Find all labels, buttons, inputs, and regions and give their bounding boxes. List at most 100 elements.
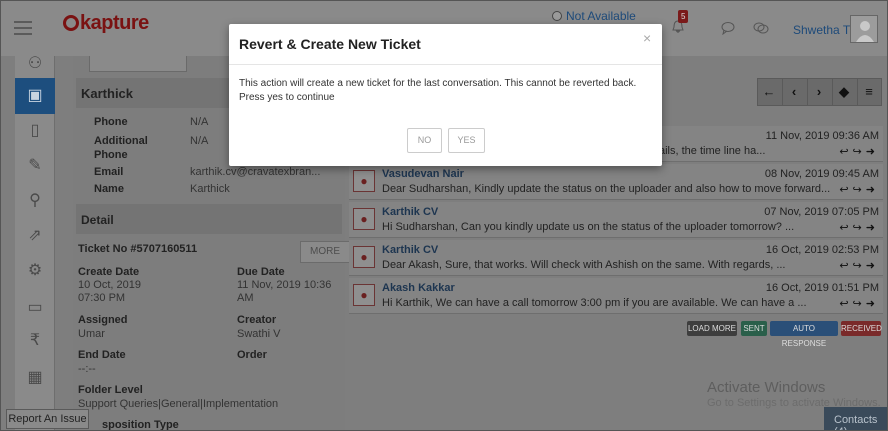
list-item[interactable]: ● Vasudevan Nair Dear Sudharshan, Kindly…: [349, 164, 883, 200]
no-button[interactable]: NO: [407, 128, 442, 153]
detail-heading: Detail: [76, 204, 342, 234]
settings-icon[interactable]: ⚙: [23, 259, 47, 283]
list-item[interactable]: ● Akash Kakkar Hi Karthik, We can have a…: [349, 278, 883, 314]
conversation-preview: Hi Karthik, We can have a call tomorrow …: [382, 297, 807, 309]
back-arrow-icon[interactable]: ←: [761, 84, 777, 99]
next-icon[interactable]: ›: [811, 84, 827, 99]
end-date-value: --:--: [78, 363, 96, 375]
user-search-icon[interactable]: ⚲: [23, 189, 47, 213]
logo-text: kapture: [80, 12, 149, 34]
create-date-value: 10 Oct, 2019 07:30 PM: [78, 279, 141, 304]
reply-actions-icon[interactable]: ↩↪➜: [839, 183, 879, 196]
app-window: kapture Not Available 5 Shwetha T ⚇ ▣ ▯ …: [0, 0, 888, 431]
status-label: Not Available: [566, 9, 636, 23]
field-label: Additional Phone: [94, 135, 148, 161]
user-name[interactable]: Shwetha T: [793, 23, 850, 37]
list-item[interactable]: ● Karthik CV Dear Akash, Sure, that work…: [349, 240, 883, 276]
windows-watermark-title: Activate Windows: [707, 379, 826, 396]
person-icon: ●: [353, 208, 375, 230]
tag-icon[interactable]: ◆: [836, 84, 852, 100]
conversations-icon[interactable]: [753, 21, 769, 35]
avatar[interactable]: [850, 15, 878, 43]
contacts-icon[interactable]: ⚇: [23, 52, 47, 76]
additional-phone-row: Additional Phone N/A: [94, 134, 208, 162]
close-icon[interactable]: ×: [643, 30, 651, 46]
email-row: Email karthik.cv@cravatexbran...: [94, 166, 320, 178]
creator-label: Creator: [237, 314, 277, 326]
due-date-label: Due Date: [237, 266, 285, 278]
create-date-label: Create Date: [78, 266, 140, 278]
tickets-icon[interactable]: ▣: [23, 84, 47, 108]
conversation-preview: Dear Sudharshan, Kindly update the statu…: [382, 183, 831, 195]
conversation-preview: ails, the time line ha...: [659, 145, 766, 157]
conversation-date: 08 Nov, 2019 09:45 AM: [764, 168, 879, 180]
disposition-type-label: sposition Type: [102, 419, 179, 431]
reply-actions-icon[interactable]: ↩↪➜: [839, 297, 879, 310]
chat-icon[interactable]: [721, 21, 735, 35]
sender-name: Karthik CV: [382, 244, 439, 256]
notification-badge: 5: [678, 10, 689, 23]
monitor-icon[interactable]: ▭: [23, 296, 47, 320]
dialog-title: Revert & Create New Ticket: [239, 36, 421, 52]
availability-status[interactable]: Not Available: [552, 9, 636, 23]
reply-actions-icon[interactable]: ↩↪➜: [839, 145, 879, 158]
folder-level-value: Support Queries|General|Implementation: [78, 398, 279, 410]
person-icon: ●: [353, 284, 375, 306]
sender-name: Akash Kakkar: [382, 282, 455, 294]
kapture-logo: kapture: [63, 12, 149, 35]
edit-icon[interactable]: ✎: [23, 154, 47, 178]
reply-actions-icon[interactable]: ↩↪➜: [839, 259, 879, 272]
folder-level-label: Folder Level: [78, 384, 143, 396]
report-issue-button[interactable]: Report An Issue: [6, 409, 89, 429]
divider: [229, 64, 662, 65]
list-item[interactable]: ● Karthik CV Hi Sudharshan, Can you kind…: [349, 202, 883, 238]
customer-details-tab[interactable]: [89, 56, 187, 72]
end-date-label: End Date: [78, 349, 126, 361]
revert-ticket-dialog: Revert & Create New Ticket × This action…: [229, 24, 662, 166]
contacts-button[interactable]: Contacts (4): [824, 407, 887, 430]
reply-actions-icon[interactable]: ↩↪➜: [839, 221, 879, 234]
ticket-number: Ticket No #5707160511: [78, 243, 198, 255]
field-label: Phone: [94, 116, 128, 128]
field-label: Name: [94, 183, 124, 195]
yes-button[interactable]: YES: [448, 128, 485, 153]
sender-name: Vasudevan Nair: [382, 168, 464, 180]
conversation-preview: Dear Akash, Sure, that works. Will check…: [382, 259, 786, 271]
due-date-value: 11 Nov, 2019 10:36 AM: [237, 279, 332, 304]
export-icon[interactable]: ⇗: [23, 224, 47, 248]
grid-icon[interactable]: ▦: [23, 366, 47, 390]
load-more-button[interactable]: LOAD MORE: [687, 321, 737, 336]
menu-icon[interactable]: [14, 21, 32, 39]
order-label: Order: [237, 349, 267, 361]
conversation-toolbar: ← ‹ › ◆ ≡: [757, 78, 882, 106]
conversation-date: 11 Nov, 2019 09:36 AM: [765, 130, 879, 142]
field-value: N/A: [190, 116, 209, 128]
conversation-date: 07 Nov, 2019 07:05 PM: [764, 206, 879, 218]
person-icon: ●: [353, 170, 375, 192]
name-row: Name Karthick: [94, 183, 230, 195]
clipboard-icon[interactable]: ▯: [23, 119, 47, 143]
field-value[interactable]: karthik.cv@cravatexbran...: [190, 166, 320, 178]
sent-tag[interactable]: SENT: [741, 321, 767, 336]
user-avatar-icon: [856, 21, 874, 42]
assigned-label: Assigned: [78, 314, 128, 326]
field-value: N/A: [190, 135, 209, 147]
conversation-date: 16 Oct, 2019 02:53 PM: [765, 244, 879, 256]
list-menu-icon[interactable]: ≡: [861, 84, 877, 99]
conversation-date: 16 Oct, 2019 01:51 PM: [765, 282, 879, 294]
conversation-preview: Hi Sudharshan, Can you kindly update us …: [382, 221, 795, 233]
sender-name: Karthik CV: [382, 206, 439, 218]
more-button[interactable]: MORE: [300, 241, 350, 263]
field-value: Karthick: [190, 183, 230, 195]
previous-icon[interactable]: ‹: [786, 84, 802, 99]
auto-response-tag[interactable]: AUTO RESPONSE: [770, 321, 838, 348]
rupee-icon[interactable]: ₹: [23, 329, 47, 353]
person-icon: ●: [353, 246, 375, 268]
dialog-message: This action will create a new ticket for…: [239, 78, 637, 103]
received-tag[interactable]: RECEIVED: [841, 321, 882, 336]
creator-value: Swathi V: [237, 328, 281, 340]
radio-icon[interactable]: [552, 11, 562, 21]
assigned-value: Umar: [78, 328, 105, 340]
field-label: Email: [94, 166, 124, 178]
left-rail: ⚇ ▣ ▯ ✎ ⚲ ⇗ ⚙ ▭ ₹ ▦: [15, 55, 55, 430]
